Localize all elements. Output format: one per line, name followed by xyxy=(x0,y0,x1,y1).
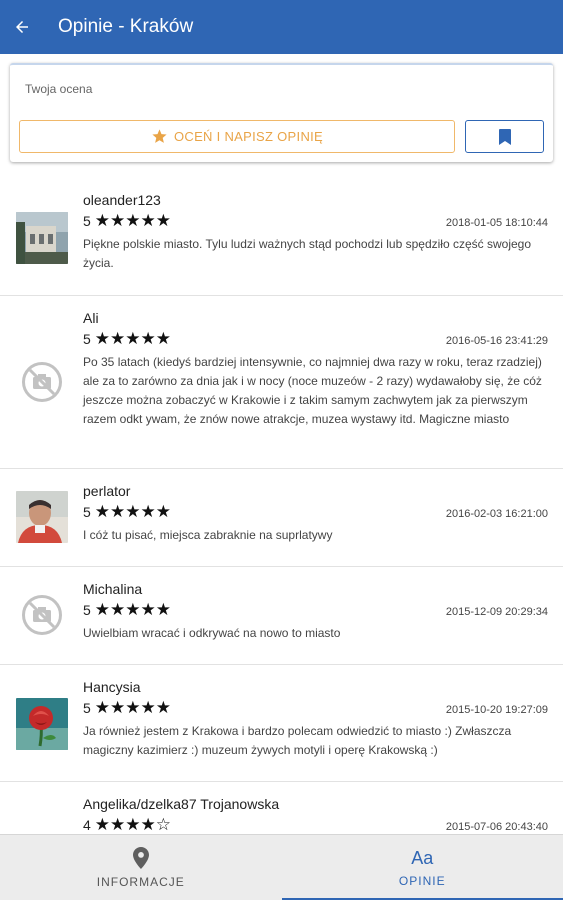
review-text: I cóż tu pisać, miejsca zabraknie na sup… xyxy=(83,528,333,542)
back-button[interactable] xyxy=(0,0,44,54)
rating-stars: ★★★★★ xyxy=(94,600,171,619)
review-rating: 5 ★★★★★ xyxy=(83,330,171,347)
rating-stars: ★★★★★ xyxy=(94,329,171,348)
avatar xyxy=(16,589,68,641)
review-text: Ja również jestem z Krakowa i bardzo pol… xyxy=(83,724,512,757)
review-date: 2016-02-03 16:21:00 xyxy=(445,508,548,520)
review-author: perlator xyxy=(83,483,131,499)
page-title: Opinie - Kraków xyxy=(58,16,194,37)
bottom-navigation: INFORMACJE Aa OPINIE xyxy=(0,834,563,900)
review-text: Po 35 latach (kiedyś bardziej intensywni… xyxy=(83,355,542,426)
your-rating-card: Twoja ocena OCEŃ I NAPISZ OPINIĘ xyxy=(10,63,553,162)
review-item: Hancysia 5 ★★★★★ 2015-10-20 19:27:09 Ja … xyxy=(0,665,563,782)
app-bar: Opinie - Kraków xyxy=(0,0,563,54)
review-date: 2015-10-20 19:27:09 xyxy=(445,704,548,716)
review-rating: 5 ★★★★★ xyxy=(83,601,171,618)
no-photo-icon xyxy=(22,595,62,635)
avatar xyxy=(16,212,68,264)
reviews-list: oleander123 5 ★★★★★ 2018-01-05 18:10:44 … xyxy=(0,178,563,872)
review-item: Ali 5 ★★★★★ 2016-05-16 23:41:29 Po 35 la… xyxy=(0,296,563,469)
review-rating: 5 ★★★★★ xyxy=(83,503,171,520)
review-rating: 5 ★★★★★ xyxy=(83,699,171,716)
tab-opinie[interactable]: Aa OPINIE xyxy=(281,835,563,900)
review-author: Angelika/dzelka87 Trojanowska xyxy=(83,796,280,812)
bookmark-button[interactable] xyxy=(465,120,544,153)
review-date: 2015-07-06 20:43:40 xyxy=(445,821,548,833)
rating-value: 5 xyxy=(83,212,91,229)
review-rating: 4 ★★★★☆ xyxy=(83,816,171,833)
rating-value: 5 xyxy=(83,503,91,520)
rating-stars: ★★★★★ xyxy=(94,502,171,521)
review-date: 2018-01-05 18:10:44 xyxy=(445,217,548,229)
review-author: oleander123 xyxy=(83,192,161,208)
review-author: Hancysia xyxy=(83,679,141,695)
rating-value: 5 xyxy=(83,330,91,347)
review-author: Michalina xyxy=(83,581,143,597)
review-rating: 5 ★★★★★ xyxy=(83,212,171,229)
star-icon xyxy=(152,129,167,143)
bookmark-icon xyxy=(498,128,511,145)
rate-and-review-label: OCEŃ I NAPISZ OPINIĘ xyxy=(173,129,324,144)
rate-and-review-button[interactable]: OCEŃ I NAPISZ OPINIĘ xyxy=(19,120,455,153)
rating-value: 5 xyxy=(83,601,91,618)
tab-informacje-label: INFORMACJE xyxy=(96,875,185,889)
rating-stars: ★★★★★ xyxy=(94,698,171,717)
review-date: 2016-05-16 23:41:29 xyxy=(445,335,548,347)
tab-opinie-label: OPINIE xyxy=(398,874,446,888)
review-item: perlator 5 ★★★★★ 2016-02-03 16:21:00 I c… xyxy=(0,469,563,567)
review-text: Uwielbiam wracać i odkrywać na nowo to m… xyxy=(83,626,341,640)
review-text: Piękne polskie miasto. Tylu ludzi ważnyc… xyxy=(83,237,532,270)
review-item: oleander123 5 ★★★★★ 2018-01-05 18:10:44 … xyxy=(0,178,563,296)
rating-value: 4 xyxy=(83,816,91,833)
rating-stars: ★★★★☆ xyxy=(94,815,171,834)
location-pin-icon xyxy=(132,847,149,869)
tab-informacje[interactable]: INFORMACJE xyxy=(0,835,282,900)
review-item: Michalina 5 ★★★★★ 2015-12-09 20:29:34 Uw… xyxy=(0,567,563,665)
avatar xyxy=(16,491,68,543)
no-photo-icon xyxy=(22,362,62,402)
rating-value: 5 xyxy=(83,699,91,716)
avatar xyxy=(16,356,68,408)
rating-stars: ★★★★★ xyxy=(94,211,171,230)
your-rating-label: Twoja ocena xyxy=(25,82,93,96)
avatar xyxy=(16,698,68,750)
review-date: 2015-12-09 20:29:34 xyxy=(445,606,548,618)
font-aa-icon: Aa xyxy=(411,848,434,868)
review-author: Ali xyxy=(83,310,99,326)
arrow-back-icon xyxy=(16,21,28,33)
